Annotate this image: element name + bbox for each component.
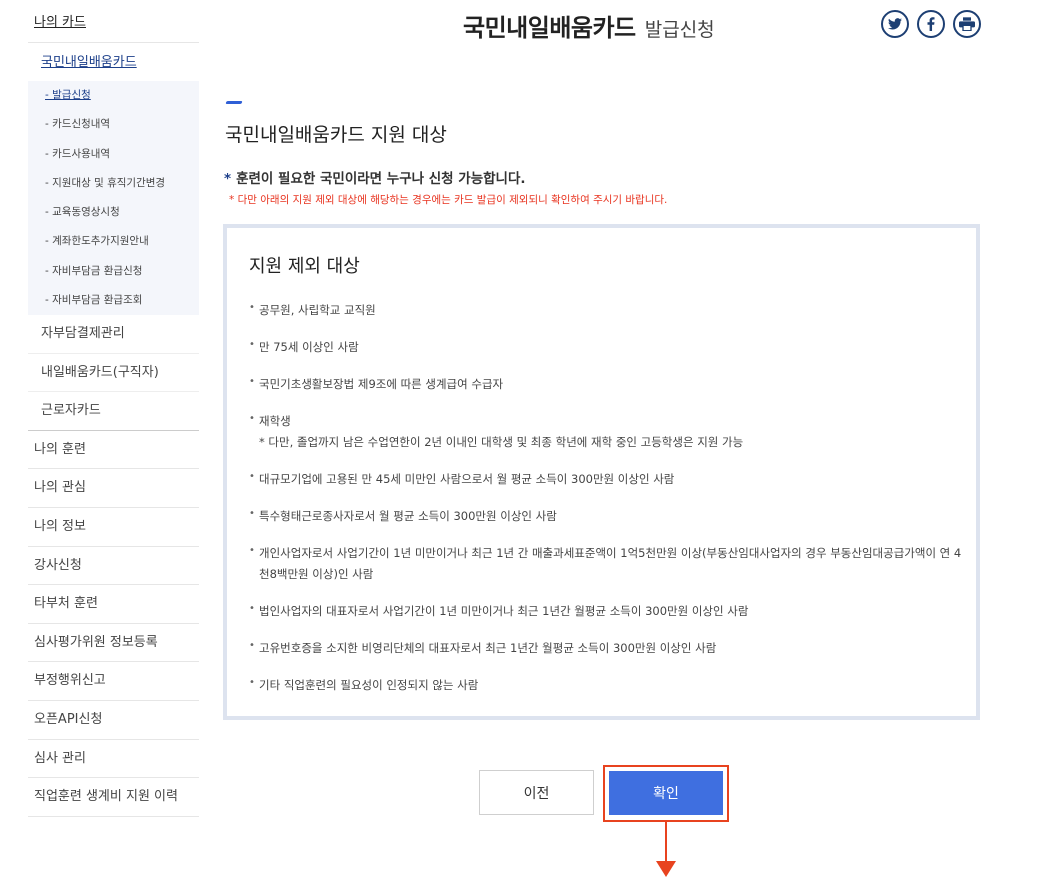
exclusion-title: 지원 제외 대상 [249,256,360,277]
arrow-down-icon [656,861,676,877]
exclusion-item: 개인사업자로서 사업기간이 1년 미만이거나 최근 1년 간 매출과세표준액이 … [249,540,964,585]
section-accent-bar [225,101,243,104]
sidebar-sublist: - 발급신청 - 카드신청내역 - 카드사용내역 - 지원대상 및 휴직기간변경… [28,81,199,316]
notice-main-text: 훈련이 필요한 국민이라면 누구나 신청 가능합니다. [236,171,526,187]
sidebar-subitem-refund-apply[interactable]: - 자비부담금 환급신청 [28,257,199,286]
sidebar-item-my-card[interactable]: 나의 카드 [28,0,199,43]
sidebar-item-evaluator-register[interactable]: 심사평가위원 정보등록 [28,624,199,663]
sidebar-subitem-eligibility-change[interactable]: - 지원대상 및 휴직기간변경 [28,169,199,198]
sidebar-subitem-apply[interactable]: - 발급신청 [28,81,199,110]
highlight-arrow-line [665,822,667,862]
sidebar-item-my-interest[interactable]: 나의 관심 [28,469,199,509]
page-title: 국민내일배움카드 발급신청 [463,8,715,43]
exclusion-item: 특수형태근로종사자로서 월 평균 소득이 300만원 이상인 사람 [249,503,964,527]
sidebar-item-my-info[interactable]: 나의 정보 [28,508,199,547]
notice-main: * 훈련이 필요한 국민이라면 누구나 신청 가능합니다. [224,167,526,187]
sidebar-item-national-card[interactable]: 국민내일배움카드 [28,43,199,81]
facebook-icon[interactable] [917,10,945,38]
exclusion-item: 공무원, 사립학교 교직원 [249,297,964,321]
sidebar-item-living-cost-history[interactable]: 직업훈련 생계비 지원 이력 [28,778,199,817]
sidebar-submenu: 국민내일배움카드 - 발급신청 - 카드신청내역 - 카드사용내역 - 지원대상… [28,43,199,316]
share-buttons [881,10,981,38]
section-title: 국민내일배움카드 지원 대상 [225,124,447,146]
sidebar-subitem-refund-inquiry[interactable]: - 자비부담금 환급조회 [28,286,199,315]
sidebar-subitem-application-history[interactable]: - 카드신청내역 [28,110,199,139]
exclusion-item: 기타 직업훈련의 필요성이 인정되지 않는 사람 [249,672,964,696]
exclusion-list: 공무원, 사립학교 교직원 만 75세 이상인 사람 국민기초생활보장법 제9조… [249,297,964,696]
sidebar-item-my-training[interactable]: 나의 훈련 [28,431,199,470]
prev-button[interactable]: 이전 [479,770,594,815]
sidebar-group: 자부담결제관리 내일배움카드(구직자) 근로자카드 [28,315,199,431]
sidebar-subitem-limit-support[interactable]: - 계좌한도추가지원안내 [28,227,199,256]
sidebar-subitem-usage-history[interactable]: - 카드사용내역 [28,140,199,169]
exclusion-item: 만 75세 이상인 사람 [249,334,964,358]
page-title-main: 국민내일배움카드 [463,14,636,42]
sidebar-subitem-education-video[interactable]: - 교육동영상시청 [28,198,199,227]
exclusion-item: 법인사업자의 대표자로서 사업기간이 1년 미만이거나 최근 1년간 월평균 소… [249,598,964,622]
sidebar-item-instructor-apply[interactable]: 강사신청 [28,547,199,586]
sidebar-item-review-manage[interactable]: 심사 관리 [28,740,199,779]
twitter-icon[interactable] [881,10,909,38]
exclusion-item: 국민기초생활보장법 제9조에 따른 생계급여 수급자 [249,371,964,395]
notice-star: * [224,171,232,187]
sidebar-item-jobseeker-card[interactable]: 내일배움카드(구직자) [28,354,199,393]
exclusion-item: 대규모기업에 고용된 만 45세 미만인 사람으로서 월 평균 소득이 300만… [249,466,964,490]
exclusion-box: 지원 제외 대상 공무원, 사립학교 교직원 만 75세 이상인 사람 국민기초… [223,224,980,720]
sidebar-item-fraud-report[interactable]: 부정행위신고 [28,662,199,702]
sidebar-item-worker-card[interactable]: 근로자카드 [28,392,199,431]
sidebar-item-self-payment[interactable]: 자부담결제관리 [28,315,199,354]
sidebar-item-other-ministry[interactable]: 타부처 훈련 [28,585,199,624]
exclusion-item-note: * 다만, 졸업까지 남은 수업연한이 2년 이내인 대학생 및 최종 학년에 … [259,435,744,449]
sidebar-main: 나의 훈련 나의 관심 나의 정보 강사신청 타부처 훈련 심사평가위원 정보등… [28,431,199,817]
sidebar-item-open-api[interactable]: 오픈API신청 [28,701,199,740]
confirm-button[interactable]: 확인 [609,771,723,815]
exclusion-item: 재학생 [249,408,964,432]
exclusion-item: 고유번호증을 소지한 비영리단체의 대표자로서 최근 1년간 월평균 소득이 3… [249,635,964,659]
notice-warning: * 다만 아래의 지원 제외 대상에 해당하는 경우에는 카드 발급이 제외되니… [229,194,668,206]
page-title-sub: 발급신청 [644,19,715,41]
print-icon[interactable] [953,10,981,38]
sidebar: 나의 카드 국민내일배움카드 - 발급신청 - 카드신청내역 - 카드사용내역 … [28,0,199,817]
